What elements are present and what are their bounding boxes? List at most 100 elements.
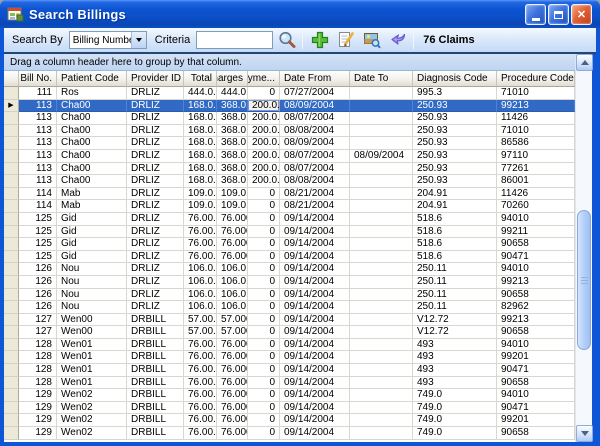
cell-date-to[interactable] — [350, 364, 413, 377]
cell-date-from[interactable]: 09/14/2004 — [280, 402, 350, 415]
cell-provider-id[interactable]: DRLIZ — [127, 188, 184, 201]
row-selector[interactable] — [4, 276, 19, 289]
cell-date-to[interactable] — [350, 289, 413, 302]
cell-date-to[interactable] — [350, 100, 413, 113]
cell-payments[interactable]: 0 — [248, 263, 280, 276]
cell-diagnosis-code[interactable]: 493 — [413, 351, 497, 364]
cell-diagnosis-code[interactable]: 493 — [413, 339, 497, 352]
cell-provider-id[interactable]: DRBILL — [127, 377, 184, 390]
cell-payments[interactable]: 0 — [248, 200, 280, 213]
cell-payments[interactable]: 200.0... — [248, 137, 280, 150]
cell-charges[interactable]: 368.0... — [217, 163, 248, 176]
cell-date-from[interactable]: 09/14/2004 — [280, 389, 350, 402]
row-selector[interactable] — [4, 289, 19, 302]
cell-provider-id[interactable]: DRBILL — [127, 339, 184, 352]
column-header-procedure-code[interactable]: Procedure Code — [497, 71, 575, 87]
cell-charges[interactable]: 76.0000 — [217, 226, 248, 239]
cell-provider-id[interactable]: DRLIZ — [127, 175, 184, 188]
row-selector[interactable] — [4, 125, 19, 138]
cell-provider-id[interactable]: DRBILL — [127, 314, 184, 327]
cell-patient-code[interactable]: Nou — [57, 301, 127, 314]
cell-patient-code[interactable]: Wen02 — [57, 389, 127, 402]
cell-bill-no[interactable]: 128 — [19, 364, 57, 377]
cell-total[interactable]: 76.00... — [184, 364, 217, 377]
row-selector[interactable] — [4, 200, 19, 213]
column-header-payments[interactable]: Payme... — [248, 71, 280, 87]
cell-provider-id[interactable]: DRBILL — [127, 414, 184, 427]
cell-procedure-code[interactable]: 94010 — [497, 213, 575, 226]
cell-diagnosis-code[interactable]: 749.0 — [413, 414, 497, 427]
cell-procedure-code[interactable]: 90471 — [497, 364, 575, 377]
cell-date-from[interactable]: 09/14/2004 — [280, 238, 350, 251]
cell-diagnosis-code[interactable]: 250.93 — [413, 163, 497, 176]
row-selector[interactable] — [4, 427, 19, 440]
cell-total[interactable]: 76.00... — [184, 427, 217, 440]
cell-date-from[interactable]: 08/07/2004 — [280, 112, 350, 125]
cell-diagnosis-code[interactable]: 518.6 — [413, 251, 497, 264]
cell-bill-no[interactable]: 129 — [19, 414, 57, 427]
cell-date-to[interactable] — [350, 276, 413, 289]
cell-total[interactable]: 76.00... — [184, 389, 217, 402]
cell-charges[interactable]: 76.0000 — [217, 402, 248, 415]
cell-procedure-code[interactable]: 86001 — [497, 175, 575, 188]
cell-charges[interactable]: 106.0... — [217, 263, 248, 276]
row-selector[interactable] — [4, 389, 19, 402]
cell-patient-code[interactable]: Wen02 — [57, 414, 127, 427]
cell-total[interactable]: 106.0... — [184, 289, 217, 302]
cell-date-from[interactable]: 09/14/2004 — [280, 263, 350, 276]
cell-date-from[interactable]: 08/21/2004 — [280, 188, 350, 201]
cell-provider-id[interactable]: DRLIZ — [127, 263, 184, 276]
cell-total[interactable]: 106.0... — [184, 276, 217, 289]
cell-bill-no[interactable]: 113 — [19, 175, 57, 188]
cell-date-from[interactable]: 09/14/2004 — [280, 427, 350, 440]
cell-patient-code[interactable]: Cha00 — [57, 100, 127, 113]
cell-procedure-code[interactable]: 90658 — [497, 238, 575, 251]
cell-date-from[interactable]: 09/14/2004 — [280, 226, 350, 239]
add-claim-button[interactable] — [308, 29, 332, 51]
cell-total[interactable]: 168.0... — [184, 125, 217, 138]
table-row[interactable]: 114MabDRLIZ109.0...109.0...008/21/200420… — [4, 188, 575, 201]
cell-payments[interactable]: 0 — [248, 251, 280, 264]
cell-date-to[interactable] — [350, 226, 413, 239]
row-selector[interactable] — [4, 364, 19, 377]
cell-payments[interactable]: 200.0... — [248, 150, 280, 163]
cell-payments[interactable]: 200.0... — [248, 125, 280, 138]
row-selector[interactable] — [4, 402, 19, 415]
cell-payments[interactable]: 0 — [248, 351, 280, 364]
cell-date-from[interactable]: 09/14/2004 — [280, 364, 350, 377]
row-selector[interactable] — [4, 213, 19, 226]
row-selector[interactable] — [4, 351, 19, 364]
cell-procedure-code[interactable]: 86586 — [497, 137, 575, 150]
cell-charges[interactable]: 368.0... — [217, 112, 248, 125]
cell-date-to[interactable] — [350, 414, 413, 427]
cell-payments[interactable]: 0 — [248, 402, 280, 415]
dropdown-button[interactable] — [131, 32, 146, 48]
cell-patient-code[interactable]: Wen01 — [57, 364, 127, 377]
cell-total[interactable]: 76.00... — [184, 351, 217, 364]
cell-patient-code[interactable]: Ros — [57, 87, 127, 100]
row-selector[interactable] — [4, 314, 19, 327]
search-by-dropdown[interactable]: Billing Number — [69, 31, 147, 49]
cell-bill-no[interactable]: 113 — [19, 163, 57, 176]
table-row[interactable]: 126NouDRLIZ106.0...106.0...009/14/200425… — [4, 263, 575, 276]
scroll-up-button[interactable] — [576, 54, 593, 71]
cell-date-to[interactable] — [350, 200, 413, 213]
row-selector[interactable] — [4, 414, 19, 427]
cell-bill-no[interactable]: 114 — [19, 200, 57, 213]
cell-payments[interactable]: 0 — [248, 289, 280, 302]
cell-payments[interactable]: 0 — [248, 213, 280, 226]
cell-diagnosis-code[interactable]: 204.91 — [413, 200, 497, 213]
cell-date-to[interactable] — [350, 427, 413, 440]
cell-procedure-code[interactable]: 90471 — [497, 251, 575, 264]
cell-date-to[interactable] — [350, 213, 413, 226]
cell-payments[interactable]: 200.0... — [248, 175, 280, 188]
cell-date-from[interactable]: 08/08/2004 — [280, 175, 350, 188]
cell-diagnosis-code[interactable]: 250.93 — [413, 125, 497, 138]
cell-procedure-code[interactable]: 99201 — [497, 351, 575, 364]
cell-payments[interactable]: 0 — [248, 276, 280, 289]
cell-payments[interactable]: 0 — [248, 238, 280, 251]
cell-date-to[interactable] — [350, 87, 413, 100]
cell-total[interactable]: 76.00... — [184, 238, 217, 251]
cell-patient-code[interactable]: Nou — [57, 276, 127, 289]
cell-date-from[interactable]: 09/14/2004 — [280, 351, 350, 364]
